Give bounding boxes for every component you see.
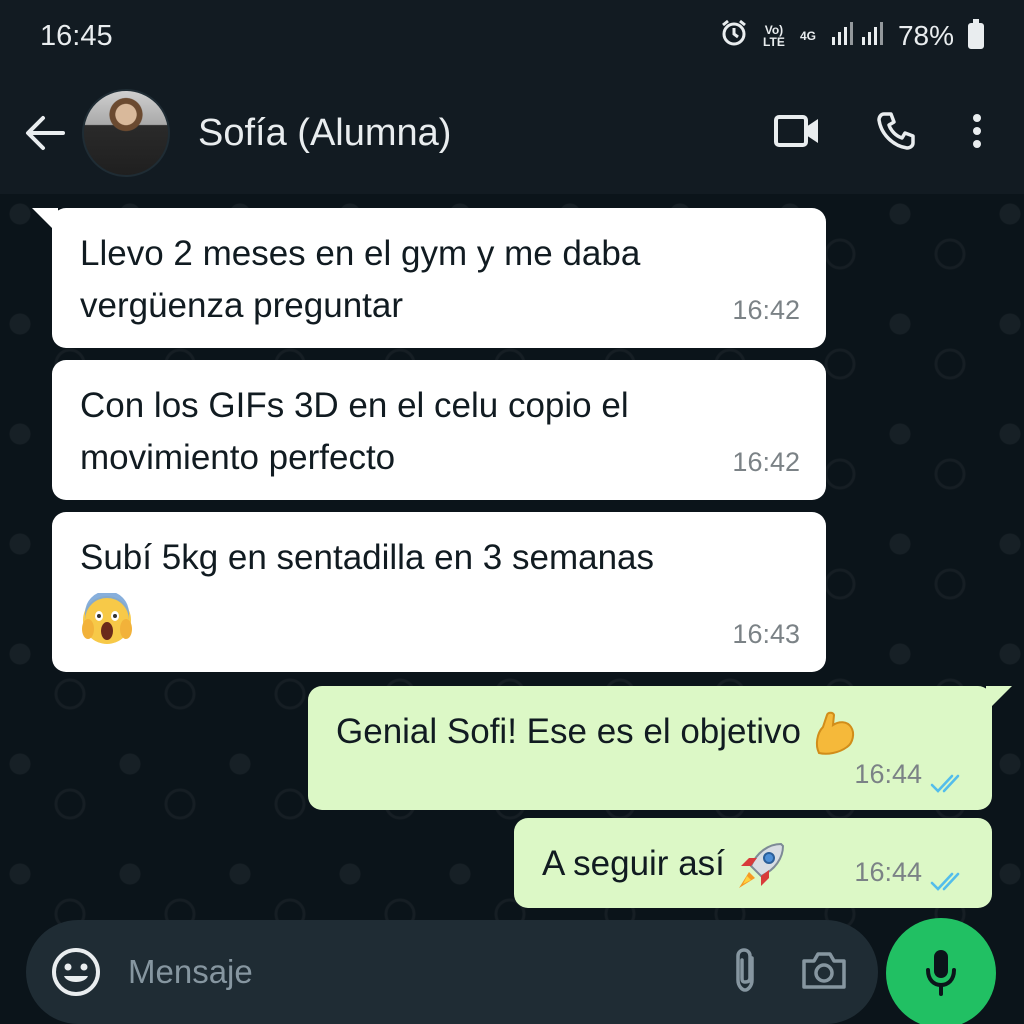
back-arrow-icon [26,116,65,150]
message-outgoing[interactable]: Genial Sofi! Ese es el objetivo 16:44 [308,686,992,810]
battery-icon [968,19,984,49]
video-call-icon [774,114,818,147]
message-text: vergüenza preguntar [80,286,403,325]
camera-icon [802,951,846,989]
mic-icon [926,950,956,996]
screaming-face-icon [82,592,132,644]
video-call-button[interactable] [774,114,820,153]
more-options-icon [973,113,981,148]
mic-button[interactable] [886,918,996,1024]
volte-label: Vo) LTE [763,23,785,49]
avatar[interactable] [82,89,170,177]
battery-percent: 78% [897,20,954,51]
emoji-icon [52,948,100,996]
message-input-bar [26,920,878,1024]
emoji-button[interactable] [50,946,102,998]
message-text: Con los GIFs 3D en el celu copio el [80,386,629,425]
contact-name[interactable]: Sofía (Alumna) [198,112,774,155]
rocket-icon [738,842,784,888]
status-icons: Vo) LTE 4G 78% [720,19,984,54]
phone-icon [877,111,915,150]
camera-button[interactable] [800,949,848,996]
network-label: 4G [799,29,816,43]
message-text: A seguir así [542,844,725,883]
message-time: 16:42 [732,447,800,477]
message-incoming[interactable]: Llevo 2 meses en el gym y me daba vergüe… [52,208,826,348]
message-time: 16:42 [732,295,800,325]
message-time: 16:43 [732,619,800,649]
message-time: 16:44 [854,759,922,789]
message-time: 16:44 [854,857,922,887]
status-bar: 16:45 Vo) LTE 4G 78% [0,0,1024,72]
voice-call-button[interactable] [876,111,916,156]
signal-icon [830,20,884,52]
message-text: movimiento perfecto [80,438,396,477]
message-text: Genial Sofi! Ese es el objetivo [336,712,801,751]
read-ticks-icon [930,774,960,793]
message-text: Llevo 2 meses en el gym y me daba [80,234,641,273]
input-actions [730,946,848,999]
status-time: 16:45 [40,19,113,52]
read-ticks-icon [930,872,960,891]
header-actions [774,111,982,156]
back-button[interactable] [0,72,90,194]
message-incoming[interactable]: Subí 5kg en sentadilla en 3 semanas 16:4… [52,512,826,672]
alarm-icon [720,19,748,54]
message-text: Subí 5kg en sentadilla en 3 semanas [80,538,654,577]
message-outgoing[interactable]: A seguir así 16:44 [514,818,992,908]
more-options-button[interactable] [972,113,982,154]
chat-header: Sofía (Alumna) [0,72,1024,194]
flexed-biceps-icon [815,711,854,755]
attach-icon [736,947,754,992]
attach-button[interactable] [730,946,760,999]
chat-area[interactable]: Llevo 2 meses en el gym y me daba vergüe… [0,194,1024,934]
message-input[interactable] [128,953,730,991]
message-incoming[interactable]: Con los GIFs 3D en el celu copio el movi… [52,360,826,500]
